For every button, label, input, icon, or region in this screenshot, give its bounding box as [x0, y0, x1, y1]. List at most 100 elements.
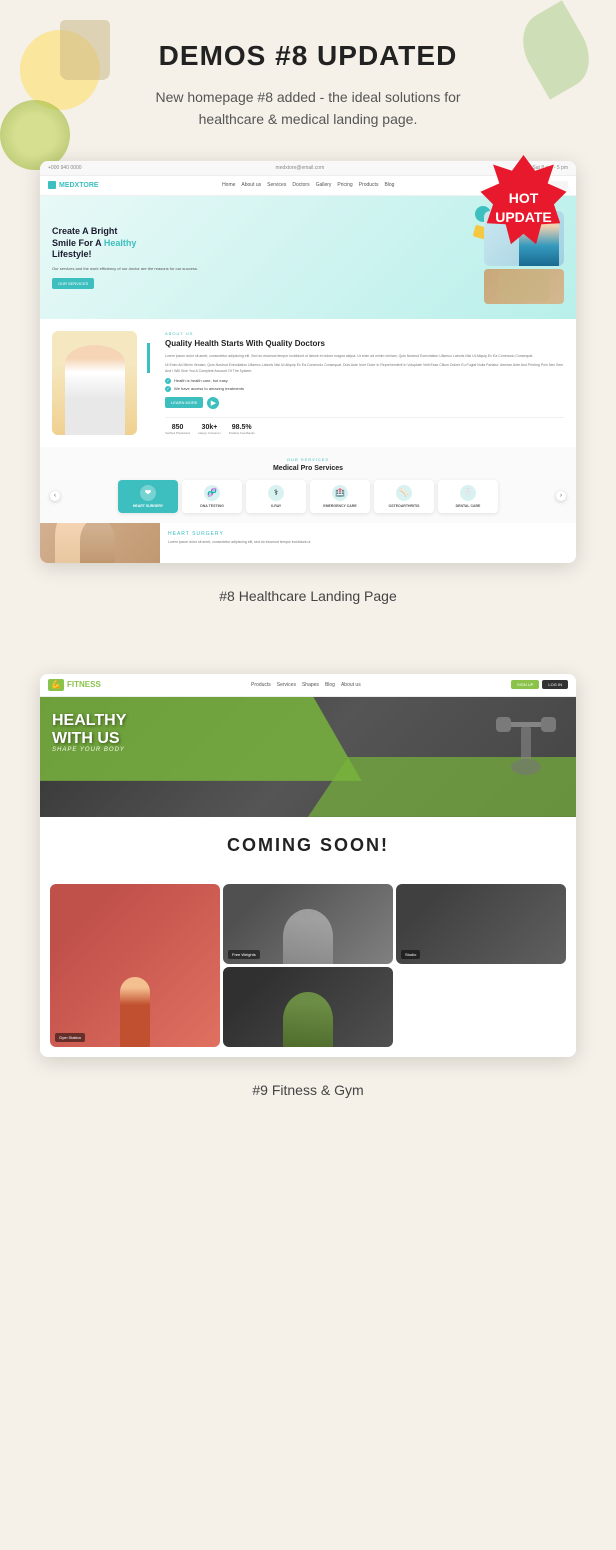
ft-grid-img-4 — [223, 967, 393, 1047]
ft-nav-about[interactable]: About us — [341, 682, 361, 688]
hc-check-1: ✓ Health is health care, but easy — [165, 378, 564, 384]
hc-about-body1: Lorem ipsum dolor sit amet, consectetur … — [165, 354, 564, 359]
ft-signup-button[interactable]: SIGN UP — [511, 680, 539, 689]
page-header: DEMOS #8 UPDATED New homepage #8 added -… — [0, 0, 616, 151]
hc-dna-icon: 🧬 — [204, 485, 220, 501]
hc-stats: 850 Verified Physicians 30k+ Happy Custo… — [165, 417, 564, 435]
ft-nav-products[interactable]: Products — [251, 682, 271, 688]
ft-nav-actions: SIGN UP LOG IN — [511, 680, 568, 689]
section-divider — [0, 624, 616, 654]
hc-about-section: ABOUT US Quality Health Starts With Qual… — [40, 319, 576, 447]
ft-nav-services[interactable]: Services — [277, 682, 296, 688]
ft-hero: HEALTHY WITH US SHAPE YOUR BODY — [40, 697, 576, 817]
ft-img-gym-bg: Gym Station — [50, 884, 220, 1047]
hc-nav-blog[interactable]: Blog — [384, 182, 394, 188]
hc-service-detail-img — [40, 523, 160, 563]
hc-services-label: OUR SERVICES — [50, 457, 566, 462]
hc-logo-cross-icon — [48, 181, 56, 189]
hc-stat-customers: 30k+ Happy Customer — [198, 424, 221, 435]
page-subtitle: New homepage #8 added - the ideal soluti… — [128, 86, 488, 131]
ft-label-gym-station: Gym Station — [55, 1033, 85, 1042]
hc-about-accent-bar — [147, 343, 155, 373]
hc-xray-icon: ⚕ — [268, 485, 284, 501]
hc-check-icon-2: ✓ — [165, 386, 171, 392]
hc-service-osteo[interactable]: 🦴 OSTEOARTHRITIS — [374, 480, 434, 513]
hc-hero-img-small — [484, 269, 564, 304]
hc-logo-text: MEDXTORE — [59, 182, 99, 189]
hc-service-dental[interactable]: 🦷 DENTAL CARE — [438, 480, 498, 513]
hc-services-section: OUR SERVICES Medical Pro Services ‹ ❤ HE… — [40, 447, 576, 523]
hc-phone: +000 940 0000 — [48, 165, 82, 171]
ft-figure-silhouette — [120, 977, 150, 1047]
hc-nav-about[interactable]: About us — [241, 182, 261, 188]
ft-logo: 💪 FITNESS — [48, 679, 101, 691]
hc-nav-home[interactable]: Home — [222, 182, 235, 188]
hc-about-img — [52, 331, 137, 435]
hc-nav-services[interactable]: Services — [267, 182, 286, 188]
hc-emergency-icon: 🏥 — [332, 485, 348, 501]
hc-service-xray[interactable]: ⚕ X-RAY — [246, 480, 306, 513]
hc-service-carousel: ‹ ❤ HEART SURGERY 🧬 DNA TESTING ⚕ X-RAY — [50, 480, 566, 513]
ft-img-studio-bg: Studio — [396, 884, 566, 964]
hc-nav-items: Home About us Services Doctors Gallery P… — [222, 182, 394, 188]
hc-osteo-icon: 🦴 — [396, 485, 412, 501]
hc-check-icon-1: ✓ — [165, 378, 171, 384]
ft-hero-text: HEALTHY WITH US SHAPE YOUR BODY — [52, 712, 126, 753]
hc-service-heart-surgery[interactable]: ❤ HEART SURGERY — [118, 480, 178, 513]
ft-logo-icon: 💪 — [48, 679, 64, 691]
ft-nav-items: Products Services Shapes Blog About us — [251, 682, 361, 688]
ft-equipment-figure — [496, 712, 556, 792]
ft-logo-text: FITNESS — [67, 680, 101, 689]
hc-stat-physicians: 850 Verified Physicians — [165, 424, 190, 435]
hc-hero-title: Create A BrightSmile For A HealthyLifest… — [52, 226, 476, 261]
hc-hero-text: Create A BrightSmile For A HealthyLifest… — [52, 226, 476, 289]
hc-about-body2: Ut Enim Ad Minim Veniam, Quis Nostrud Ex… — [165, 363, 564, 374]
demo8-caption: #8 Healthcare Landing Page — [0, 573, 616, 624]
ft-login-button[interactable]: LOG IN — [542, 680, 568, 689]
hc-prev-arrow[interactable]: ‹ — [50, 491, 60, 501]
hc-heart-icon: ❤ — [140, 485, 156, 501]
ft-hero-subtitle: SHAPE YOUR BODY — [52, 747, 126, 753]
ft-grid-img-2: Free Weights — [223, 884, 393, 964]
fitness-mockup: 💪 FITNESS Products Services Shapes Blog … — [40, 674, 576, 1057]
hc-service-detail: HEART SURGERY Lorem ipsum dolor sit amet… — [40, 523, 576, 563]
ft-coming-soon: COMING SOON! — [40, 817, 576, 874]
hc-doctor-figure — [65, 345, 125, 435]
hc-service-cards: ❤ HEART SURGERY 🧬 DNA TESTING ⚕ X-RAY 🏥 … — [50, 480, 566, 513]
hc-service-dna-testing[interactable]: 🧬 DNA TESTING — [182, 480, 242, 513]
hc-service-detail-content: HEART SURGERY Lorem ipsum dolor sit amet… — [160, 523, 576, 563]
hc-service-emergency[interactable]: 🏥 EMERGENCY CARE — [310, 480, 370, 513]
hc-about-title: Quality Health Starts With Quality Docto… — [165, 339, 564, 349]
hc-cta-button[interactable]: OUR SERVICES — [52, 278, 94, 289]
ft-img-extra-bg — [223, 967, 393, 1047]
hc-next-arrow[interactable]: › — [556, 491, 566, 501]
demo9-container: 💪 FITNESS Products Services Shapes Blog … — [40, 674, 576, 1057]
hot-update-text: HOT UPDATE — [495, 189, 552, 225]
hc-about-label: ABOUT US — [165, 331, 564, 336]
ft-grid-img-large: Gym Station — [50, 884, 220, 1047]
ft-nav-blog[interactable]: Blog — [325, 682, 335, 688]
hc-check-2: ✓ We have access to amazing treatments — [165, 386, 564, 392]
hc-nav-pricing[interactable]: Pricing — [337, 182, 352, 188]
hc-stat-feedbacks: 98.5% Positive Feedbacks — [229, 424, 255, 435]
ft-image-grid: Gym Station Free Weights Studio — [40, 874, 576, 1057]
ft-hero-title: HEALTHY WITH US — [52, 712, 126, 747]
demo9-caption: #9 Fitness & Gym — [0, 1067, 616, 1118]
hc-logo: MEDXTORE — [48, 181, 99, 189]
hc-service-detail-desc: Lorem ipsum dolor sit amet, consectetur … — [168, 540, 568, 545]
hc-hero-desc: Our services and the work efficiency of … — [52, 266, 476, 272]
hc-nav-products[interactable]: Products — [359, 182, 379, 188]
hc-nav-doctors[interactable]: Doctors — [292, 182, 309, 188]
ft-label-free-weights: Free Weights — [228, 950, 260, 959]
ft-nav-shapes[interactable]: Shapes — [302, 682, 319, 688]
hc-about-content: ABOUT US Quality Health Starts With Qual… — [165, 331, 564, 435]
hc-services-title: Medical Pro Services — [50, 465, 566, 472]
ft-label-studio: Studio — [401, 950, 420, 959]
hc-email: medxtore@email.com — [276, 165, 325, 171]
ft-img-weights-bg: Free Weights — [223, 884, 393, 964]
hc-play-button[interactable]: ▶ — [207, 397, 219, 409]
page-title: DEMOS #8 UPDATED — [60, 40, 556, 72]
hc-learn-more-button[interactable]: LEARN MORE — [165, 397, 203, 408]
ft-navbar: 💪 FITNESS Products Services Shapes Blog … — [40, 674, 576, 697]
hc-nav-gallery[interactable]: Gallery — [316, 182, 332, 188]
